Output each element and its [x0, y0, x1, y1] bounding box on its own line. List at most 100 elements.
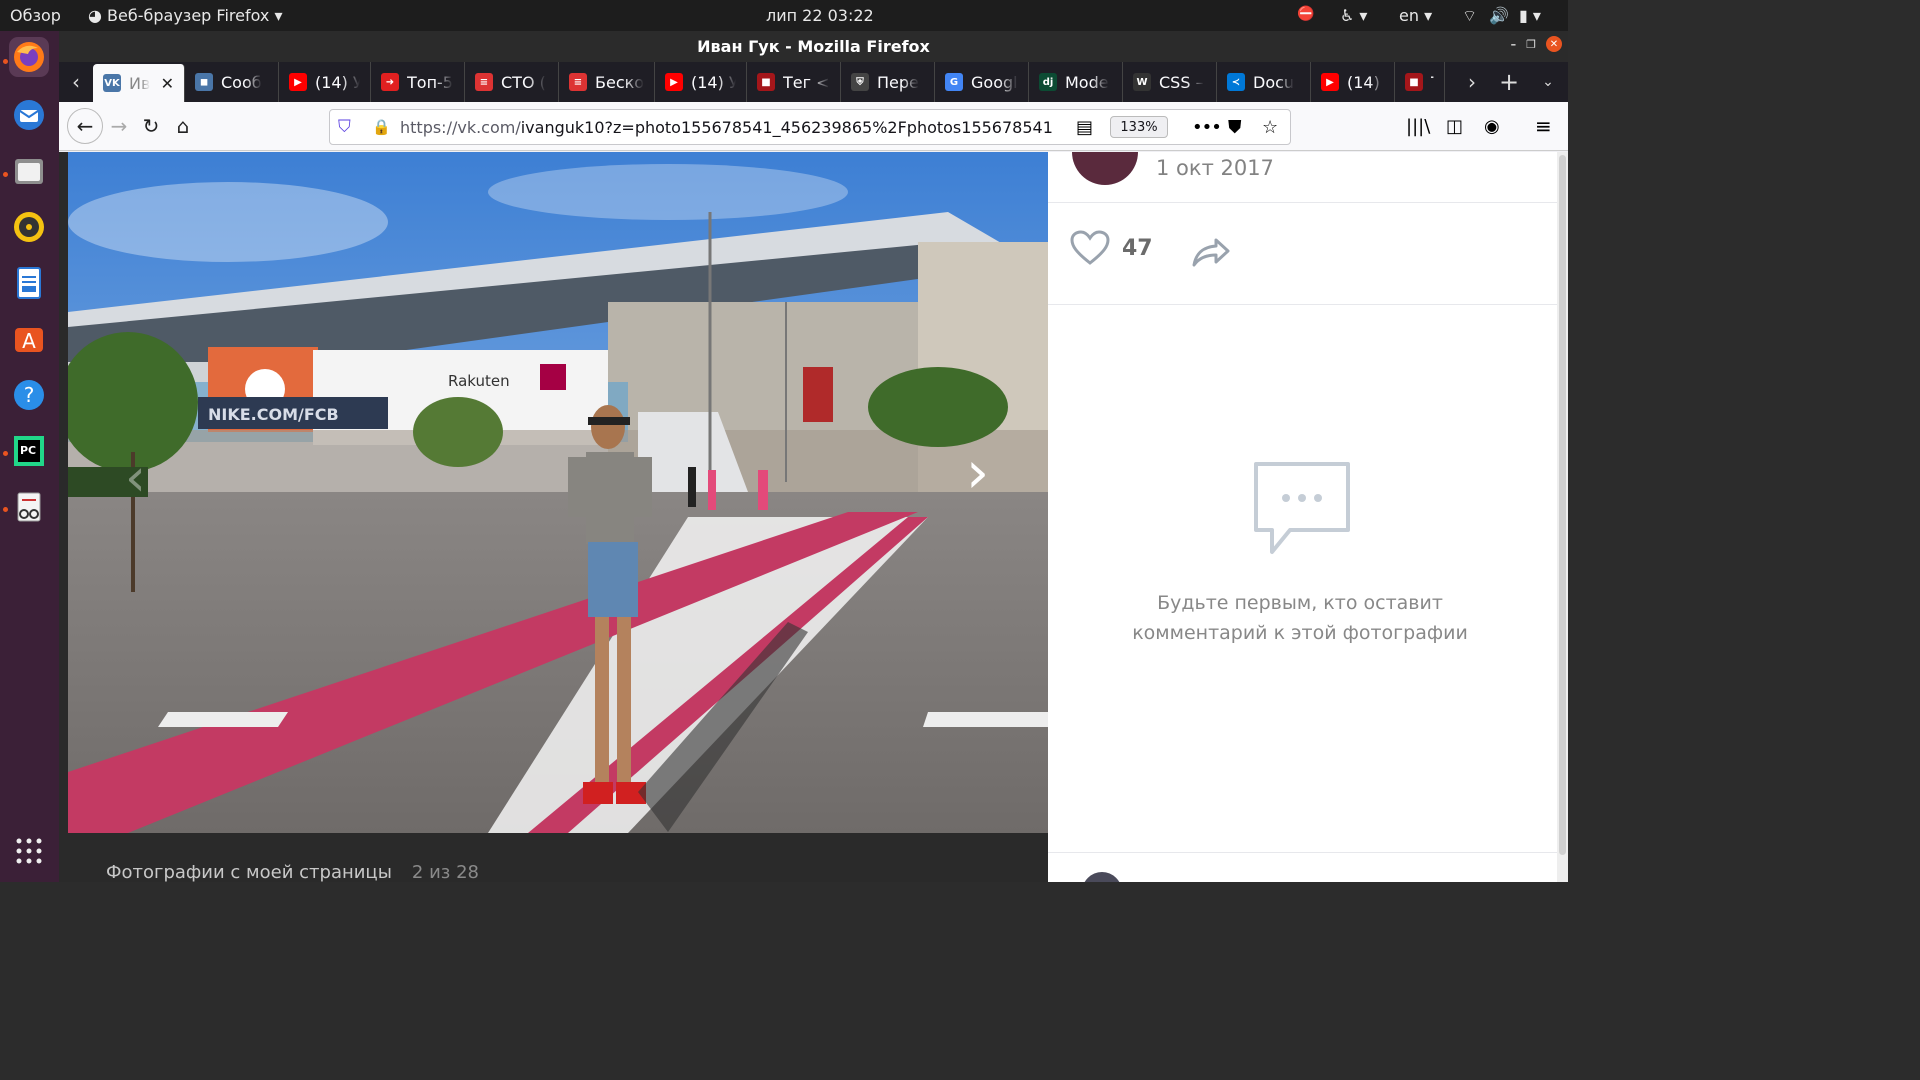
writer-dock-icon[interactable]	[9, 263, 49, 303]
svg-text:PC: PC	[20, 444, 36, 457]
close-window-button[interactable]: ✕	[1546, 36, 1562, 52]
tab-label: CSS –	[1159, 72, 1204, 92]
clock[interactable]: лип 22 03:22	[766, 6, 874, 25]
next-photo-arrow-icon[interactable]: ›	[966, 438, 989, 506]
show-applications-icon[interactable]	[9, 831, 49, 871]
tab[interactable]: ▶ (14) У	[655, 62, 747, 102]
help-dock-icon[interactable]: ?	[9, 375, 49, 415]
photo-sidebar: 1 окт 2017 47 Будьте первым, кто оставит…	[1048, 152, 1557, 882]
reload-button[interactable]: ↻	[135, 110, 167, 142]
tab[interactable]: ■ Тег <s	[747, 62, 841, 102]
minimize-button[interactable]: –	[1511, 38, 1517, 51]
app-menu[interactable]: ◕ Веб-браузер Firefox ▾	[88, 6, 282, 25]
tab[interactable]: W CSS –	[1123, 62, 1217, 102]
tab-label: (14) Н	[1347, 72, 1384, 92]
tracking-protection-icon[interactable]: ⛉	[338, 117, 351, 137]
reader-view-icon[interactable]: ▤	[1076, 117, 1093, 138]
album-link[interactable]: Фотографии с моей страницы	[106, 862, 392, 882]
dock: A ? PC	[0, 31, 59, 882]
sidebar-toggle-icon[interactable]: ◫	[1446, 116, 1463, 137]
running-indicator	[3, 451, 8, 456]
site-icon: ≡	[475, 73, 493, 91]
files-dock-icon[interactable]	[9, 151, 49, 191]
url-host: https://vk.com/	[400, 117, 521, 137]
heart-icon	[1070, 230, 1110, 265]
tab[interactable]: ≺ Docu	[1217, 62, 1311, 102]
vk-messages-icon: ◼	[195, 73, 213, 91]
page-scrollbar[interactable]	[1557, 152, 1568, 882]
tab[interactable]: ⛨ Пере	[841, 62, 935, 102]
accessibility-icon[interactable]: ♿ ▾	[1340, 6, 1367, 25]
app-menu-icon[interactable]: ≡	[1535, 114, 1552, 138]
rhythmbox-dock-icon[interactable]	[9, 207, 49, 247]
tab[interactable]: ≡ СТО (	[465, 62, 559, 102]
pocket-icon[interactable]: ⛊	[1228, 117, 1242, 138]
bookmark-star-icon[interactable]: ☆	[1262, 117, 1278, 138]
tab[interactable]: ▶ (14) У	[279, 62, 371, 102]
lock-icon[interactable]: 🔒	[372, 118, 391, 136]
close-tab-icon[interactable]: ✕	[161, 74, 174, 93]
software-dock-icon[interactable]: A	[9, 319, 49, 359]
tab-active[interactable]: VK Ив ✕	[93, 64, 185, 102]
svg-text:?: ?	[24, 383, 35, 407]
divider	[1048, 852, 1557, 853]
firefox-dock-icon[interactable]	[9, 37, 49, 77]
tab-label: Топ-5	[407, 72, 453, 92]
zoom-level-button[interactable]: 133%	[1110, 116, 1168, 138]
svg-text:A: A	[22, 329, 36, 353]
navigation-toolbar: ← → ↻ ⌂ ⛉ 🔒 https://vk.com/ivanguk10?z=p…	[59, 102, 1568, 151]
home-button[interactable]: ⌂	[167, 110, 199, 142]
account-icon[interactable]: ◉	[1484, 116, 1500, 137]
previous-photo-arrow-icon[interactable]: ‹	[125, 448, 146, 508]
pycharm-dock-icon[interactable]: PC	[9, 431, 49, 471]
app-menu-label: Веб-браузер Firefox	[107, 6, 270, 25]
maximize-button[interactable]: ❐	[1526, 38, 1536, 51]
activities-button[interactable]: Обзор	[10, 6, 61, 25]
wifi-icon[interactable]: ⌔	[1462, 6, 1477, 26]
tab[interactable]: ■ Тег	[1395, 62, 1445, 102]
like-button[interactable]: 47	[1070, 230, 1153, 266]
language-indicator[interactable]: en ▾	[1399, 6, 1432, 25]
do-not-disturb-icon[interactable]: ⛔	[1297, 6, 1314, 22]
tab[interactable]: G Googl	[935, 62, 1029, 102]
tab[interactable]: ≡ Беско	[559, 62, 655, 102]
back-button[interactable]: ←	[67, 108, 103, 144]
system-top-bar: Обзор ◕ Веб-браузер Firefox ▾ лип 22 03:…	[0, 0, 1568, 31]
url-text[interactable]: https://vk.com/ivanguk10?z=photo15567854…	[400, 118, 1053, 137]
list-all-tabs-button[interactable]: ⌄	[1532, 66, 1564, 98]
new-tab-button[interactable]: +	[1493, 66, 1525, 98]
scroll-tabs-left-button[interactable]: ‹	[59, 66, 93, 98]
tab-label: (14) У	[315, 72, 360, 92]
url-bar[interactable]: ⛉ 🔒 https://vk.com/ivanguk10?z=photo1556…	[329, 109, 1291, 145]
scrollbar-thumb[interactable]	[1559, 155, 1566, 855]
page-actions-icon[interactable]: •••	[1192, 117, 1222, 138]
thunderbird-dock-icon[interactable]	[9, 95, 49, 135]
photo-viewer-image[interactable]: Rakuten NIKE.COM/FCB ‹ ›	[68, 152, 1048, 833]
shield-site-icon: ⛨	[851, 73, 869, 91]
tab-label: Googl	[971, 72, 1018, 92]
commenter-avatar[interactable]	[1082, 872, 1122, 882]
scroll-tabs-right-button[interactable]: ›	[1456, 66, 1488, 98]
author-avatar[interactable]	[1072, 152, 1138, 185]
firefox-window: Иван Гук - Mozilla Firefox – ❐ ✕ ‹ VK Ив ✕…	[59, 31, 1568, 882]
tab[interactable]: ➜ Топ-5	[371, 62, 465, 102]
page-content: Rakuten NIKE.COM/FCB ‹ › Фотографии с мо…	[59, 152, 1568, 882]
tab[interactable]: dj Mode	[1029, 62, 1123, 102]
rakuten-sign: Rakuten	[448, 372, 510, 390]
photo-counter: 2 из 28	[411, 862, 479, 882]
library-icon[interactable]: |||\	[1406, 116, 1430, 137]
tab-label: СТО (	[501, 72, 546, 92]
post-date[interactable]: 1 окт 2017	[1156, 156, 1274, 180]
window-titlebar: Иван Гук - Mozilla Firefox – ❐ ✕	[59, 31, 1568, 62]
vk-icon: VK	[103, 74, 121, 92]
tab[interactable]: ▶ (14) Н	[1311, 62, 1395, 102]
tab-label: Тег	[1431, 73, 1434, 92]
share-icon[interactable]	[1190, 236, 1232, 268]
divider	[1048, 304, 1557, 305]
volume-icon[interactable]: 🔊	[1489, 6, 1509, 25]
battery-icon[interactable]: ▮ ▾	[1519, 6, 1541, 25]
tab[interactable]: ◼ Сооб	[185, 62, 279, 102]
forward-button[interactable]: →	[103, 110, 135, 142]
tab-strip: ‹ VK Ив ✕ ◼ Сооб ▶ (14) У ➜ Топ-5 ≡ СТО (≡ Беско ▶ (1…	[59, 62, 1568, 102]
document-viewer-dock-icon[interactable]	[9, 487, 49, 527]
